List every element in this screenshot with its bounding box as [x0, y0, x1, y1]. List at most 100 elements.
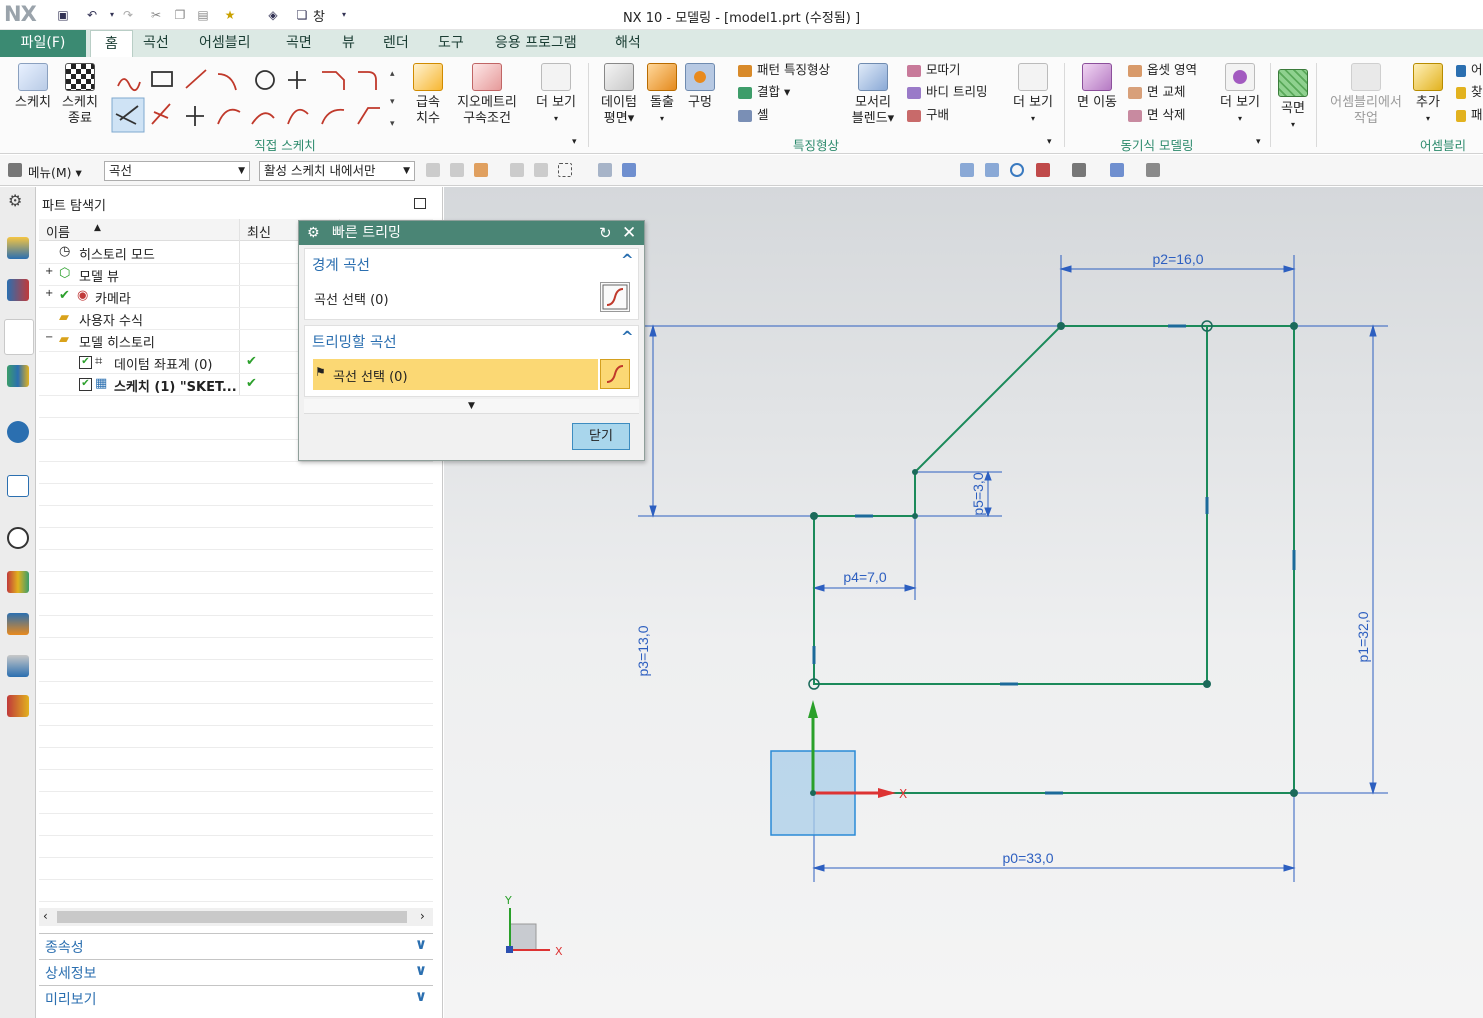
roles-icon[interactable] [7, 695, 29, 717]
collapse-icon[interactable]: − [45, 332, 53, 343]
surface-button[interactable]: 곡면 ▾ [1274, 69, 1312, 133]
more-sketch-button[interactable]: 더 보기 ▾ [530, 63, 582, 127]
assembly-tool-2[interactable]: 찾 [1456, 81, 1483, 103]
select-curve-button[interactable] [600, 359, 630, 389]
dimension-p4[interactable]: p4=7,0 [843, 569, 886, 585]
dimension-p3[interactable]: p3=13,0 [635, 625, 651, 676]
dimension-p1[interactable]: p1=32,0 [1355, 611, 1371, 662]
manufacturing-wizard-icon[interactable] [7, 655, 29, 677]
reset-icon[interactable]: ↻ [599, 221, 612, 245]
panel-dependencies[interactable]: 종속성 ∨ [39, 933, 433, 958]
assembly-tool-1[interactable]: 어 [1456, 59, 1483, 81]
expand-icon[interactable]: + [45, 266, 53, 277]
scroll-right-icon[interactable]: › [420, 909, 425, 923]
panel-details[interactable]: 상세정보 ∨ [39, 959, 433, 984]
sketch-button[interactable]: 스케치 [8, 63, 58, 111]
tab-view[interactable]: 뷰 [328, 30, 369, 57]
tab-assembly[interactable]: 어셈블리 [185, 30, 265, 57]
collapse-section-icon[interactable]: ^ [621, 328, 634, 346]
dimension-p5[interactable]: p5=3,0 [970, 472, 986, 515]
scroll-left-icon[interactable]: ‹ [43, 909, 48, 923]
close-button[interactable]: 닫기 [572, 423, 630, 450]
point-filter-icon[interactable] [510, 163, 524, 177]
history-icon[interactable] [7, 527, 29, 549]
snap-point-icon[interactable] [474, 163, 488, 177]
assembly-tool-3[interactable]: 패 [1456, 104, 1483, 126]
finish-sketch-button[interactable]: 스케치 종료 [56, 63, 104, 127]
select-face-icon[interactable] [622, 163, 636, 177]
more-feature-button[interactable]: 더 보기 ▾ [1008, 63, 1058, 127]
rotate-icon[interactable] [1010, 163, 1024, 177]
dimension-p0[interactable]: p0=33,0 [1003, 850, 1054, 866]
visibility-checkbox[interactable]: ✔ [79, 378, 92, 391]
process-studio-icon[interactable] [7, 613, 29, 635]
select-body-icon[interactable] [598, 163, 612, 177]
dimension-p2[interactable]: p2=16,0 [1153, 251, 1204, 267]
hole-button[interactable]: 구멍 [684, 63, 716, 111]
group-dropdown-icon[interactable]: ▾ [1256, 137, 1261, 147]
select-curve-button[interactable] [600, 282, 630, 312]
close-icon[interactable]: ✕ [622, 221, 636, 245]
rapid-dimension-button[interactable]: 급속 치수 [404, 63, 452, 127]
active-selection-row[interactable]: ⚑ 곡선 선택 (0) [313, 359, 598, 390]
group-dropdown-icon[interactable]: ▾ [572, 137, 577, 147]
chamfer-button[interactable]: 모따기 [907, 59, 961, 81]
maximize-icon[interactable] [414, 198, 426, 209]
tab-home[interactable]: 홈 [90, 30, 133, 57]
extrude-button[interactable]: 돌출 ▾ [644, 63, 680, 127]
sketch-curves[interactable] [813, 325, 1295, 794]
show-hide-icon[interactable] [1146, 163, 1160, 177]
tab-applications[interactable]: 응용 프로그램 [481, 30, 591, 57]
constraint-navigator-icon[interactable] [7, 279, 29, 301]
edit-section-icon[interactable] [1110, 163, 1124, 177]
replace-face-button[interactable]: 면 교체 [1128, 81, 1185, 103]
more-sync-button[interactable]: 더 보기 ▾ [1214, 63, 1266, 127]
scrollbar-thumb[interactable] [57, 911, 407, 923]
reuse-library-icon[interactable] [7, 365, 29, 387]
delete-face-button[interactable]: 면 삭제 [1128, 104, 1185, 126]
tab-file[interactable]: 파일(F) [0, 30, 86, 57]
type-filter-select[interactable]: 곡선 ▼ [104, 161, 250, 181]
selection-intent-icon[interactable] [426, 163, 440, 177]
zoom-icon[interactable] [985, 163, 999, 177]
horizontal-scrollbar[interactable]: ‹ › [39, 908, 433, 926]
geometric-constraints-button[interactable]: 지오메트리 구속조건 [452, 63, 522, 127]
tab-curve[interactable]: 곡선 [129, 30, 183, 57]
datum-plane-button[interactable]: 데이텀 평면▾ [596, 63, 642, 127]
unite-button[interactable]: 결합 ▾ [738, 81, 790, 103]
render-style-icon[interactable] [1072, 163, 1086, 177]
tab-surface[interactable]: 곡면 [272, 30, 326, 57]
web-browser-icon[interactable] [7, 475, 29, 497]
selection-scope-select[interactable]: 활성 스케치 내에서만 ▼ [259, 161, 415, 181]
edge-blend-button[interactable]: 모서리 블렌드▾ [846, 63, 900, 127]
tab-analysis[interactable]: 해석 [601, 30, 655, 57]
visibility-checkbox[interactable]: ✔ [79, 356, 92, 369]
part-navigator-icon[interactable] [4, 319, 34, 355]
move-face-button[interactable]: 면 이동 [1072, 63, 1122, 111]
gear-icon[interactable]: ⚙ [307, 221, 320, 245]
point-filter-icon-2[interactable] [534, 163, 548, 177]
add-component-button[interactable]: 추가 ▾ [1410, 63, 1446, 127]
info-icon[interactable] [7, 421, 29, 443]
assembly-navigator-icon[interactable] [7, 237, 29, 259]
gear-icon[interactable]: ⚙ [8, 191, 22, 210]
system-materials-icon[interactable] [7, 571, 29, 593]
expand-more-icon[interactable]: ▼ [304, 399, 639, 414]
expand-icon[interactable]: + [45, 288, 53, 299]
orient-view-icon[interactable] [1036, 163, 1050, 177]
tab-tools[interactable]: 도구 [424, 30, 478, 57]
collapse-section-icon[interactable]: ^ [621, 251, 634, 269]
follow-curve-icon[interactable] [450, 163, 464, 177]
column-name[interactable]: 이름 [46, 222, 70, 241]
rectangle-select-icon[interactable] [558, 163, 572, 177]
group-dropdown-icon[interactable]: ▾ [1047, 137, 1052, 147]
offset-region-button[interactable]: 옵셋 영역 [1128, 59, 1197, 81]
shell-button[interactable]: 셸 [738, 104, 769, 126]
draft-button[interactable]: 구배 [907, 104, 949, 126]
column-latest[interactable]: 최신 [247, 222, 271, 241]
pattern-feature-button[interactable]: 패턴 특징형상 [738, 59, 830, 81]
panel-preview[interactable]: 미리보기 ∨ [39, 985, 433, 1010]
work-in-assembly-button[interactable]: 어셈블리에서 작업 [1322, 63, 1410, 127]
menu-button[interactable]: 메뉴(M) ▾ [28, 162, 82, 181]
fit-view-icon[interactable] [960, 163, 974, 177]
